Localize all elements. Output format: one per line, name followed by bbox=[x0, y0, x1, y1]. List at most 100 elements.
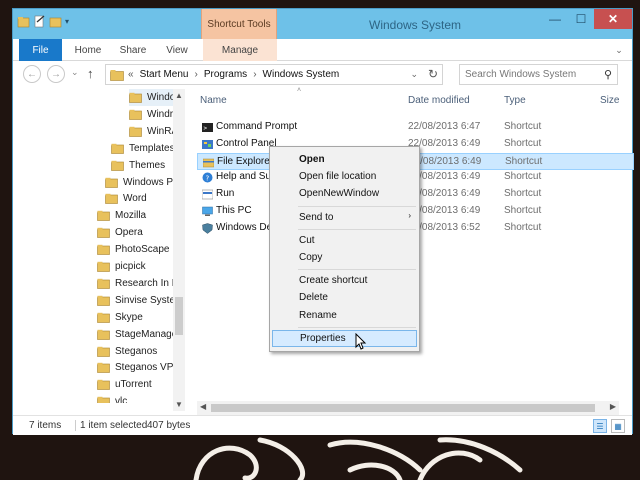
horizontal-scrollbar[interactable]: ◀ ▶ bbox=[197, 401, 619, 415]
breadcrumb-windows-system[interactable]: Windows System bbox=[263, 69, 340, 80]
menu-separator bbox=[298, 326, 416, 328]
navigation-pane: Windows Windroy WinRAR Templates Themes Windo… bbox=[13, 89, 185, 403]
menu-item-delete[interactable]: Delete bbox=[272, 289, 417, 306]
selection-count: 1 item selected bbox=[75, 420, 147, 431]
folder-icon bbox=[97, 295, 110, 306]
nav-tree-item-label: uTorrent bbox=[115, 379, 152, 391]
menu-item-create-shortcut[interactable]: Create shortcut bbox=[272, 272, 417, 289]
breadcrumb-start-menu[interactable]: Start Menu bbox=[140, 69, 189, 80]
nav-tree-item[interactable]: Skype bbox=[97, 309, 143, 326]
folder-icon bbox=[129, 126, 142, 137]
column-header-date-modified[interactable]: Date modified bbox=[408, 89, 470, 111]
menu-item-rename[interactable]: Rename bbox=[272, 307, 417, 324]
nav-tree-item[interactable]: Mozilla bbox=[97, 207, 146, 224]
horizontal-scrollbar-thumb[interactable] bbox=[211, 404, 595, 412]
folder-icon bbox=[97, 211, 110, 222]
nav-tree-item[interactable]: Word bbox=[105, 190, 147, 207]
nav-tree-item[interactable]: picpick bbox=[97, 258, 146, 275]
search-icon[interactable]: ⚲ bbox=[604, 68, 612, 81]
nav-tree-item[interactable]: Research In Moti bbox=[97, 275, 185, 292]
scroll-left-arrow-icon[interactable]: ◀ bbox=[200, 402, 206, 411]
menu-item-send-to[interactable]: Send to › bbox=[272, 209, 417, 226]
tab-file[interactable]: File bbox=[19, 39, 62, 61]
scroll-down-arrow-icon[interactable]: ▼ bbox=[175, 400, 183, 409]
menu-item-opennewwindow[interactable]: OpenNewWindow bbox=[272, 185, 417, 202]
nav-tree-item[interactable]: Themes bbox=[111, 157, 165, 174]
nav-tree-item[interactable]: Templates bbox=[111, 140, 175, 157]
folder-icon bbox=[105, 194, 118, 205]
column-header-name[interactable]: Name bbox=[200, 89, 227, 111]
menu-item-copy[interactable]: Copy bbox=[272, 249, 417, 266]
refresh-icon[interactable]: ↻ bbox=[428, 67, 438, 81]
nav-tree-item[interactable]: uTorrent bbox=[97, 376, 152, 393]
forward-button[interactable]: → bbox=[47, 65, 65, 83]
item-count: 7 items bbox=[29, 420, 62, 431]
folder-icon bbox=[97, 346, 110, 357]
scroll-up-arrow-icon[interactable]: ▲ bbox=[175, 91, 183, 100]
file-type: Shortcut bbox=[504, 205, 542, 216]
nav-tree-item[interactable]: vlc bbox=[97, 393, 127, 403]
window-controls: — ☐ ✕ bbox=[542, 9, 632, 29]
tab-home[interactable]: Home bbox=[71, 39, 105, 61]
customize-toolbar-icon[interactable]: ▾ bbox=[65, 17, 69, 26]
nav-tree-item[interactable]: Sinvise Systems bbox=[97, 292, 185, 309]
column-header-type[interactable]: Type bbox=[504, 89, 526, 111]
tab-manage[interactable]: Manage bbox=[203, 39, 277, 61]
nav-tree-item-label: PhotoScape bbox=[115, 244, 170, 256]
nav-tree-item[interactable]: Opera bbox=[97, 224, 143, 241]
file-name: File Explorer bbox=[217, 155, 274, 167]
menu-item-cut[interactable]: Cut bbox=[272, 232, 417, 249]
folder-icon bbox=[110, 69, 124, 81]
scrollbar-thumb[interactable] bbox=[175, 297, 183, 335]
file-name: Command Prompt bbox=[216, 121, 298, 132]
address-overflow-icon[interactable]: « bbox=[128, 69, 134, 80]
tab-share[interactable]: Share bbox=[117, 39, 149, 61]
address-bar[interactable]: « Start Menu › Programs › Windows System… bbox=[105, 64, 443, 85]
file-type: Shortcut bbox=[504, 121, 542, 132]
folder-icon bbox=[97, 278, 110, 289]
menu-item-properties[interactable]: Properties bbox=[272, 329, 417, 347]
quick-access-toolbar: ▾ bbox=[17, 15, 69, 28]
search-box[interactable]: Search Windows System ⚲ bbox=[459, 64, 618, 85]
nav-tree-item[interactable]: Steganos bbox=[97, 343, 157, 360]
nav-tree-item[interactable]: Steganos VPN bbox=[97, 359, 181, 376]
menu-item-label: Create shortcut bbox=[299, 275, 368, 287]
navigation-pane-scrollbar[interactable]: ▲ ▼ bbox=[173, 89, 185, 411]
file-row[interactable]: > Command Prompt 22/08/2013 6:47 Shortcut bbox=[197, 119, 634, 136]
address-dropdown-icon[interactable]: ⌄ bbox=[410, 69, 418, 80]
file-date-modified: 22/08/2013 6:47 bbox=[408, 121, 481, 132]
breadcrumb-separator[interactable]: › bbox=[194, 69, 197, 80]
folder-icon bbox=[129, 109, 142, 120]
expand-ribbon-icon[interactable]: ⌄ bbox=[612, 43, 626, 57]
folder-app-icon[interactable] bbox=[17, 15, 30, 28]
tab-view[interactable]: View bbox=[163, 39, 191, 61]
recent-locations-icon[interactable]: ⌄ bbox=[71, 67, 79, 78]
details-view-button[interactable]: ☰ bbox=[593, 419, 607, 433]
nav-tree-item-label: Opera bbox=[115, 227, 143, 239]
menu-item-label: Properties bbox=[300, 332, 346, 344]
nav-tree-item[interactable]: PhotoScape bbox=[97, 241, 170, 258]
minimize-button[interactable]: — bbox=[542, 9, 568, 29]
menu-item-label: Open bbox=[299, 154, 325, 165]
folder-icon bbox=[105, 177, 118, 188]
maximize-button[interactable]: ☐ bbox=[568, 9, 594, 29]
folder-icon bbox=[97, 329, 110, 340]
breadcrumb-programs[interactable]: Programs bbox=[204, 69, 247, 80]
nav-tree-item-label: Templates bbox=[129, 142, 175, 154]
nav-tree-item-label: picpick bbox=[115, 261, 146, 272]
properties-quick-icon[interactable] bbox=[33, 15, 46, 28]
nav-tree-item[interactable]: StageManager.Bl bbox=[97, 326, 185, 343]
menu-item-open[interactable]: Open bbox=[272, 151, 417, 168]
selection-size: 407 bytes bbox=[147, 420, 191, 431]
new-folder-quick-icon[interactable] bbox=[49, 15, 62, 28]
column-header-size[interactable]: Size bbox=[600, 89, 619, 111]
large-icons-view-button[interactable]: ▦ bbox=[611, 419, 625, 433]
close-button[interactable]: ✕ bbox=[594, 9, 632, 29]
breadcrumb-separator[interactable]: › bbox=[253, 69, 256, 80]
navigation-bar: ← → ⌄ ↑ « Start Menu › Programs › Window… bbox=[13, 61, 632, 89]
up-one-level-button[interactable]: ↑ bbox=[87, 66, 94, 81]
cmd-icon: > bbox=[202, 123, 213, 132]
back-button[interactable]: ← bbox=[23, 65, 41, 83]
menu-item-open-file-location[interactable]: Open file location bbox=[272, 168, 417, 185]
scroll-right-arrow-icon[interactable]: ▶ bbox=[610, 402, 616, 411]
